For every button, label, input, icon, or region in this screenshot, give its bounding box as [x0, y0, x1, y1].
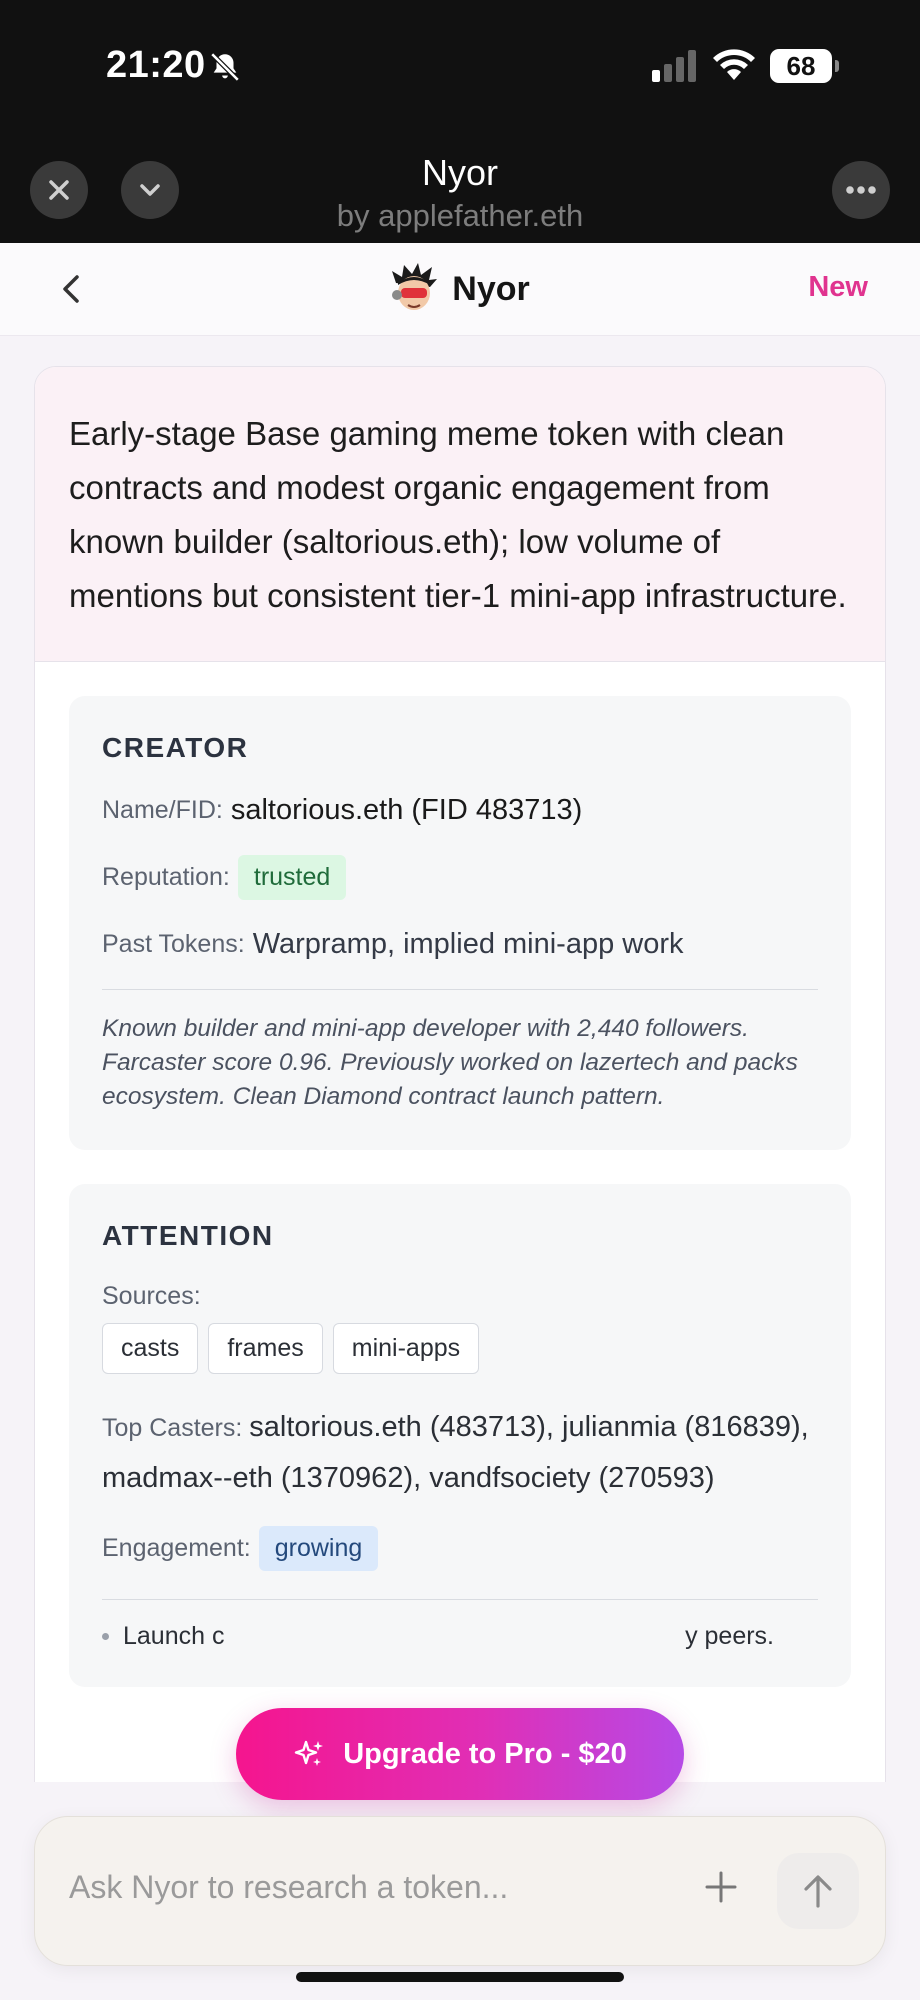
- engagement-field: Engagement: growing: [102, 1526, 818, 1571]
- creator-note: Known builder and mini-app developer wit…: [102, 1015, 798, 1110]
- upgrade-pro-button[interactable]: Upgrade to Pro - $20: [236, 1708, 684, 1800]
- home-indicator: [296, 1972, 624, 1982]
- new-chat-button[interactable]: New: [808, 271, 868, 304]
- status-bar: 21:20 68: [0, 0, 920, 130]
- wifi-icon: [713, 49, 755, 80]
- app-title: Nyor: [452, 269, 530, 308]
- sources-list: casts frames mini-apps: [102, 1323, 818, 1374]
- reputation-label: Reputation:: [102, 863, 230, 891]
- battery-icon: 68: [770, 49, 839, 83]
- avatar: [392, 263, 438, 310]
- send-button[interactable]: [777, 1853, 859, 1929]
- past-tokens-label: Past Tokens:: [102, 930, 245, 958]
- token-report-card: Early-stage Base gaming meme token with …: [34, 366, 886, 1782]
- more-button[interactable]: [832, 161, 890, 219]
- source-tag: mini-apps: [332, 1323, 480, 1374]
- bullet-text-start: Launch c: [123, 1622, 225, 1650]
- host-header: Nyor by applefather.eth: [0, 130, 920, 243]
- top-casters-label: Top Casters:: [102, 1414, 243, 1442]
- sparkle-icon: [294, 1740, 324, 1766]
- attention-section-title: ATTENTION: [102, 1220, 274, 1251]
- past-tokens-value: Warpramp, implied mini-app work: [252, 928, 684, 960]
- sources-label: Sources:: [102, 1282, 201, 1310]
- creator-section-title: CREATOR: [102, 732, 249, 763]
- host-app-title: Nyor: [421, 152, 498, 193]
- top-casters-field: Top Casters: saltorious.eth (483713), ju…: [102, 1402, 818, 1504]
- upgrade-pro-label: Upgrade to Pro - $20: [343, 1737, 627, 1770]
- plus-button[interactable]: [699, 1865, 743, 1909]
- reputation-field: Reputation: trusted: [102, 855, 818, 900]
- list-item: Launch c y peers.: [102, 1622, 818, 1651]
- arrow-up-icon: [804, 1875, 832, 1908]
- ask-input[interactable]: [69, 1863, 669, 1911]
- attention-section: ATTENTION Sources: casts frames mini-app…: [69, 1184, 851, 1687]
- signal-icon: [652, 50, 696, 82]
- source-tag: casts: [102, 1323, 199, 1374]
- engagement-badge: growing: [258, 1526, 379, 1571]
- status-time: 21:20: [106, 44, 206, 86]
- divider: [102, 989, 818, 990]
- source-tag: frames: [208, 1323, 323, 1374]
- app-header: Nyor New: [0, 243, 920, 336]
- report-summary: Early-stage Base gaming meme token with …: [35, 367, 885, 662]
- chat-scroll-area[interactable]: Early-stage Base gaming meme token with …: [0, 336, 920, 1782]
- name-fid-value: saltorious.eth (FID 483713): [230, 794, 583, 826]
- creator-section: CREATOR Name/FID: saltorious.eth (FID 48…: [69, 696, 851, 1150]
- past-tokens-field: Past Tokens: Warpramp, implied mini-app …: [102, 928, 818, 961]
- app-title-group: Nyor: [0, 263, 920, 315]
- composer: [34, 1816, 886, 1966]
- engagement-label: Engagement:: [102, 1534, 251, 1562]
- name-fid-label: Name/FID:: [102, 796, 223, 824]
- reputation-badge: trusted: [237, 855, 347, 900]
- bell-slash-icon: [210, 52, 240, 82]
- bullet-dot: [102, 1633, 109, 1640]
- bullet-text-end: y peers.: [685, 1622, 774, 1650]
- host-app-author: by applefather.eth: [336, 198, 584, 233]
- more-icon: [846, 186, 876, 194]
- creator-name-field: Name/FID: saltorious.eth (FID 483713): [102, 794, 818, 827]
- divider: [102, 1599, 818, 1600]
